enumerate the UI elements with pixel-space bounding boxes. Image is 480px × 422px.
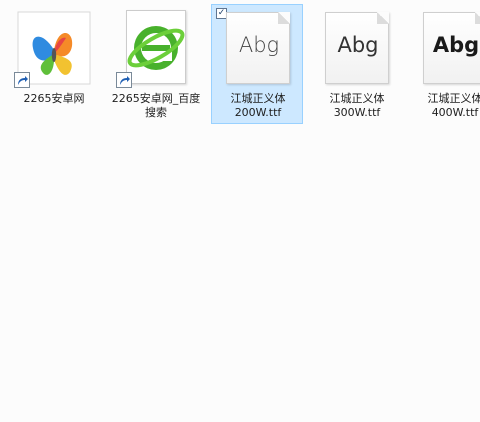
file-item-font-300w[interactable]: Abg 江城正义体 300W.ttf: [310, 4, 402, 124]
font-file-icon: Abg: [218, 8, 298, 88]
shortcut-arrow-icon: [116, 72, 132, 88]
file-name-line-1: 江城正义体: [329, 92, 385, 105]
font-preview-page: Abg: [423, 12, 480, 84]
file-name-line-1: 江城正义体: [230, 92, 286, 105]
file-name-line-1: 江城正义体: [427, 92, 480, 105]
butterfly-icon: [14, 8, 94, 88]
file-name-line-2: 搜索: [145, 106, 167, 119]
file-item-2265-baidu-shortcut[interactable]: 2265安卓网_百度 搜索: [109, 4, 201, 124]
file-name: 江城正义体 300W.ttf: [311, 92, 403, 120]
font-preview-page: Abg: [226, 12, 290, 84]
file-name-line-2: 200W.ttf: [234, 106, 282, 119]
file-name: 江城正义体 400W.ttf: [409, 92, 480, 120]
browser-e-icon: [116, 8, 196, 88]
file-name-line-2: 400W.ttf: [431, 106, 479, 119]
file-view: 2265安卓网 2265安卓网_百度 搜索 ✓ Abg 江城正义体 200W.t…: [0, 0, 480, 422]
page-fold: [278, 12, 290, 24]
page-fold: [475, 12, 480, 24]
file-name-line-1: 2265安卓网_百度: [111, 92, 201, 105]
file-item-font-400w[interactable]: Abg 江城正义体 400W.ttf: [408, 4, 480, 124]
file-item-font-200w[interactable]: ✓ Abg 江城正义体 200W.ttf: [211, 4, 303, 124]
font-preview-page: Abg: [325, 12, 389, 84]
file-name-line-2: 300W.ttf: [333, 106, 381, 119]
font-preview-text: Abg: [432, 33, 480, 57]
font-file-icon: Abg: [415, 8, 480, 88]
page-fold: [377, 12, 389, 24]
font-file-icon: Abg: [317, 8, 397, 88]
file-name: 2265安卓网: [23, 92, 85, 105]
shortcut-arrow-icon: [14, 72, 30, 88]
file-item-2265-shortcut[interactable]: 2265安卓网: [7, 4, 99, 124]
font-preview-text: Abg: [238, 33, 280, 57]
font-preview-text: Abg: [337, 33, 379, 57]
file-name: 2265安卓网_百度 搜索: [110, 92, 202, 120]
file-name: 江城正义体 200W.ttf: [212, 92, 304, 120]
